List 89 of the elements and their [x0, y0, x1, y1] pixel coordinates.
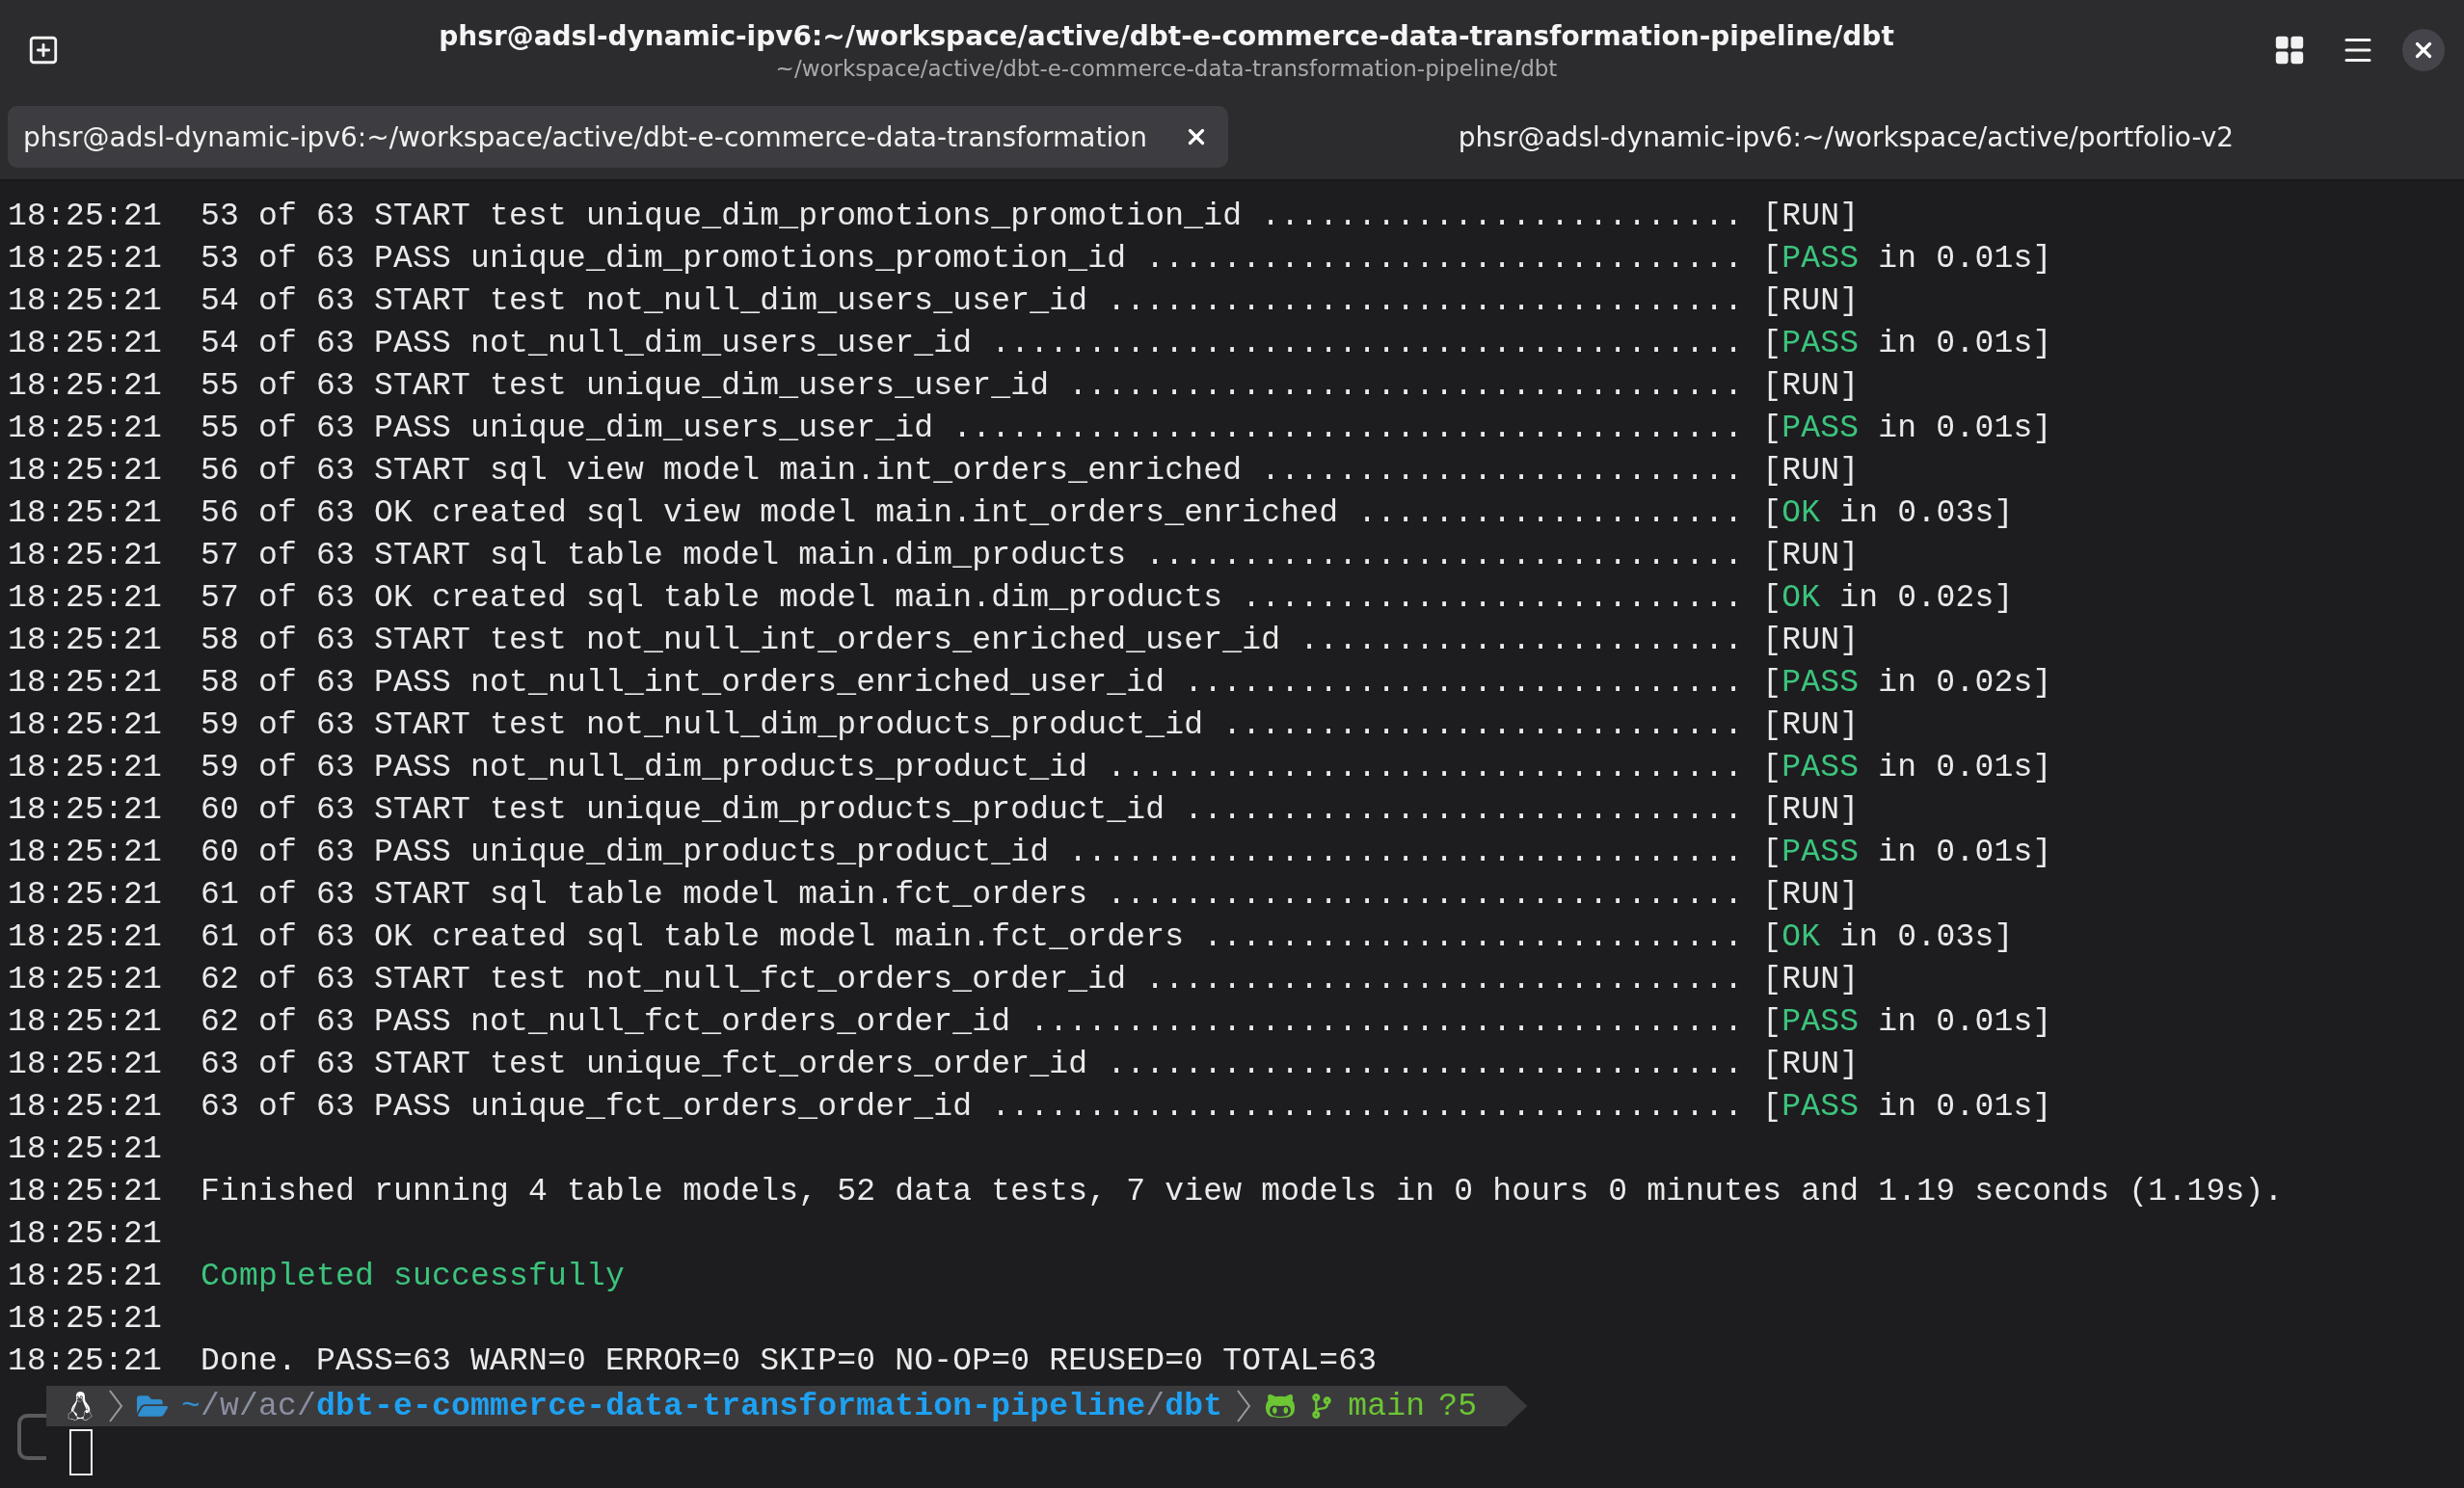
timestamp: 18:25:21 [8, 198, 163, 236]
log-message: 53 of 63 PASS unique_dim_promotions_promotion_id ............................... [201, 240, 1744, 279]
result-status: [PASS in 0.02s] [1762, 664, 2052, 703]
timestamp: 18:25:21 [8, 876, 163, 915]
result-status: [RUN] [1762, 452, 1860, 491]
timestamp: 18:25:21 [8, 918, 163, 957]
result-status: [PASS in 0.01s] [1762, 749, 2052, 787]
log-message: 59 of 63 START test not_null_dim_products_product_id ........................... [201, 706, 1744, 745]
timestamp: 18:25:21 [8, 1003, 163, 1042]
window-subtitle: ~/workspace/active/dbt-e-commerce-data-transformation-pipeline/dbt [775, 55, 1558, 81]
log-message: 62 of 63 PASS not_null_fct_orders_order_id ..................................... [201, 1003, 1744, 1042]
result-status: [PASS in 0.01s] [1762, 410, 2052, 448]
result-status: [PASS in 0.01s] [1762, 1003, 2052, 1042]
timestamp: 18:25:21 [8, 1342, 163, 1381]
log-message: 54 of 63 PASS not_null_dim_users_user_id ....................................... [201, 325, 1744, 363]
timestamp: 18:25:21 [8, 367, 163, 406]
result-status: [PASS in 0.01s] [1762, 325, 2052, 363]
log-message: 58 of 63 PASS not_null_int_orders_enriched_user_id ............................. [201, 664, 1744, 703]
result-status: [PASS in 0.01s] [1762, 240, 2052, 279]
log-message: 60 of 63 PASS unique_dim_products_product_id ................................... [201, 834, 1744, 872]
log-message: 63 of 63 PASS unique_fct_orders_order_id ....................................... [201, 1088, 1744, 1127]
result-status: [PASS in 0.01s] [1762, 834, 2052, 872]
result-status: [RUN] [1762, 961, 1860, 999]
result-status: [RUN] [1762, 791, 1860, 830]
result-status: [RUN] [1762, 537, 1860, 575]
text-cursor [69, 1429, 93, 1475]
timestamp: 18:25:21 [8, 494, 163, 533]
timestamp: 18:25:21 [8, 1173, 163, 1211]
timestamp: 18:25:21 [8, 1088, 163, 1127]
log-message: 60 of 63 START test unique_dim_products_product_id ............................. [201, 791, 1744, 830]
result-status: [PASS in 0.01s] [1762, 1088, 2052, 1127]
log-message: 61 of 63 OK created sql table model main.fct_orders ............................ [201, 918, 1744, 957]
result-status: [RUN] [1762, 622, 1860, 660]
timestamp: 18:25:21 [8, 706, 163, 745]
close-button[interactable] [2402, 29, 2445, 71]
grid-icon [2273, 34, 2306, 66]
timestamp: 18:25:21 [8, 834, 163, 872]
log-message: Done. PASS=63 WARN=0 ERROR=0 SKIP=0 NO-OP=0 REUSED=0 TOTAL=63 [201, 1342, 1378, 1381]
git-branch: main [1348, 1388, 1426, 1424]
chevron-separator-icon [1236, 1389, 1252, 1423]
timestamp: 18:25:21 [8, 410, 163, 448]
log-message: 56 of 63 OK created sql view model main.int_orders_enriched .................... [201, 494, 1744, 533]
log-message: 55 of 63 START test unique_dim_users_user_id ................................... [201, 367, 1744, 406]
result-status: [OK in 0.03s] [1762, 918, 2014, 957]
result-status: [RUN] [1762, 282, 1860, 321]
log-message: 62 of 63 START test not_null_fct_orders_order_id ............................... [201, 961, 1744, 999]
log-message: 55 of 63 PASS unique_dim_users_user_id ......................................... [201, 410, 1744, 448]
terminal-tab[interactable]: phsr@adsl-dynamic-ipv6:~/workspace/active/portfolio-v2 [1236, 106, 2456, 168]
log-message: 59 of 63 PASS not_null_dim_products_product_id ................................. [201, 749, 1744, 787]
log-message: 56 of 63 START sql view model main.int_orders_enriched ......................... [201, 452, 1744, 491]
timestamp: 18:25:21 [8, 749, 163, 787]
timestamp: 18:25:21 [8, 325, 163, 363]
result-status: [OK in 0.03s] [1762, 494, 2014, 533]
result-status: [RUN] [1762, 198, 1860, 236]
log-message: 53 of 63 START test unique_dim_promotions_promotion_id ......................... [201, 198, 1744, 236]
timestamp: 18:25:21 [8, 240, 163, 279]
result-status: [RUN] [1762, 367, 1860, 406]
timestamp: 18:25:21 [8, 664, 163, 703]
timestamp: 18:25:21 [8, 1046, 163, 1084]
timestamp: 18:25:21 [8, 1258, 163, 1296]
window-title: phsr@adsl-dynamic-ipv6:~/workspace/active/dbt-e-commerce-data-transformation-pipeline/dbt [439, 19, 1894, 52]
result-status: [RUN] [1762, 1046, 1860, 1084]
timestamp: 18:25:21 [8, 791, 163, 830]
prompt-path: ~/w/ac/dbt-e-commerce-data-transformation-pipeline/dbt [181, 1388, 1223, 1424]
git-status: ?5 [1438, 1388, 1478, 1424]
log-message: 57 of 63 OK created sql table model main.dim_products .......................... [201, 579, 1744, 618]
chevron-separator-icon [108, 1389, 123, 1423]
plus-square-icon [27, 34, 60, 66]
log-message: 58 of 63 START test not_null_int_orders_enriched_user_id ....................... [201, 622, 1744, 660]
log-message: 57 of 63 START sql table model main.dim_products ............................... [201, 537, 1744, 575]
log-message: 54 of 63 START test not_null_dim_users_user_id ................................. [201, 282, 1744, 321]
penguin-icon [66, 1392, 94, 1421]
result-status: [OK in 0.02s] [1762, 579, 2014, 618]
timestamp: 18:25:21 [8, 1215, 163, 1254]
timestamp: 18:25:21 [8, 622, 163, 660]
log-message: Finished running 4 table models, 52 data tests, 7 view models in 0 hours 0 minutes and 1.19 seconds (1.19s). [201, 1173, 2284, 1211]
timestamp: 18:25:21 [8, 452, 163, 491]
timestamp: 18:25:21 [8, 961, 163, 999]
timestamp: 18:25:21 [8, 537, 163, 575]
timestamp: 18:25:21 [8, 282, 163, 321]
log-message: Completed successfully [201, 1258, 626, 1296]
timestamp: 18:25:21 [8, 1300, 163, 1339]
log-message: 63 of 63 START test unique_fct_orders_order_id ................................. [201, 1046, 1744, 1084]
result-status: [RUN] [1762, 706, 1860, 745]
timestamp: 18:25:21 [8, 579, 163, 618]
timestamp: 18:25:21 [8, 1130, 163, 1169]
log-message: 61 of 63 START sql table model main.fct_orders ................................. [201, 876, 1744, 915]
result-status: [RUN] [1762, 876, 1860, 915]
terminal-tab[interactable]: phsr@adsl-dynamic-ipv6:~/workspace/active/dbt-e-commerce-data-transformation [8, 106, 1228, 168]
